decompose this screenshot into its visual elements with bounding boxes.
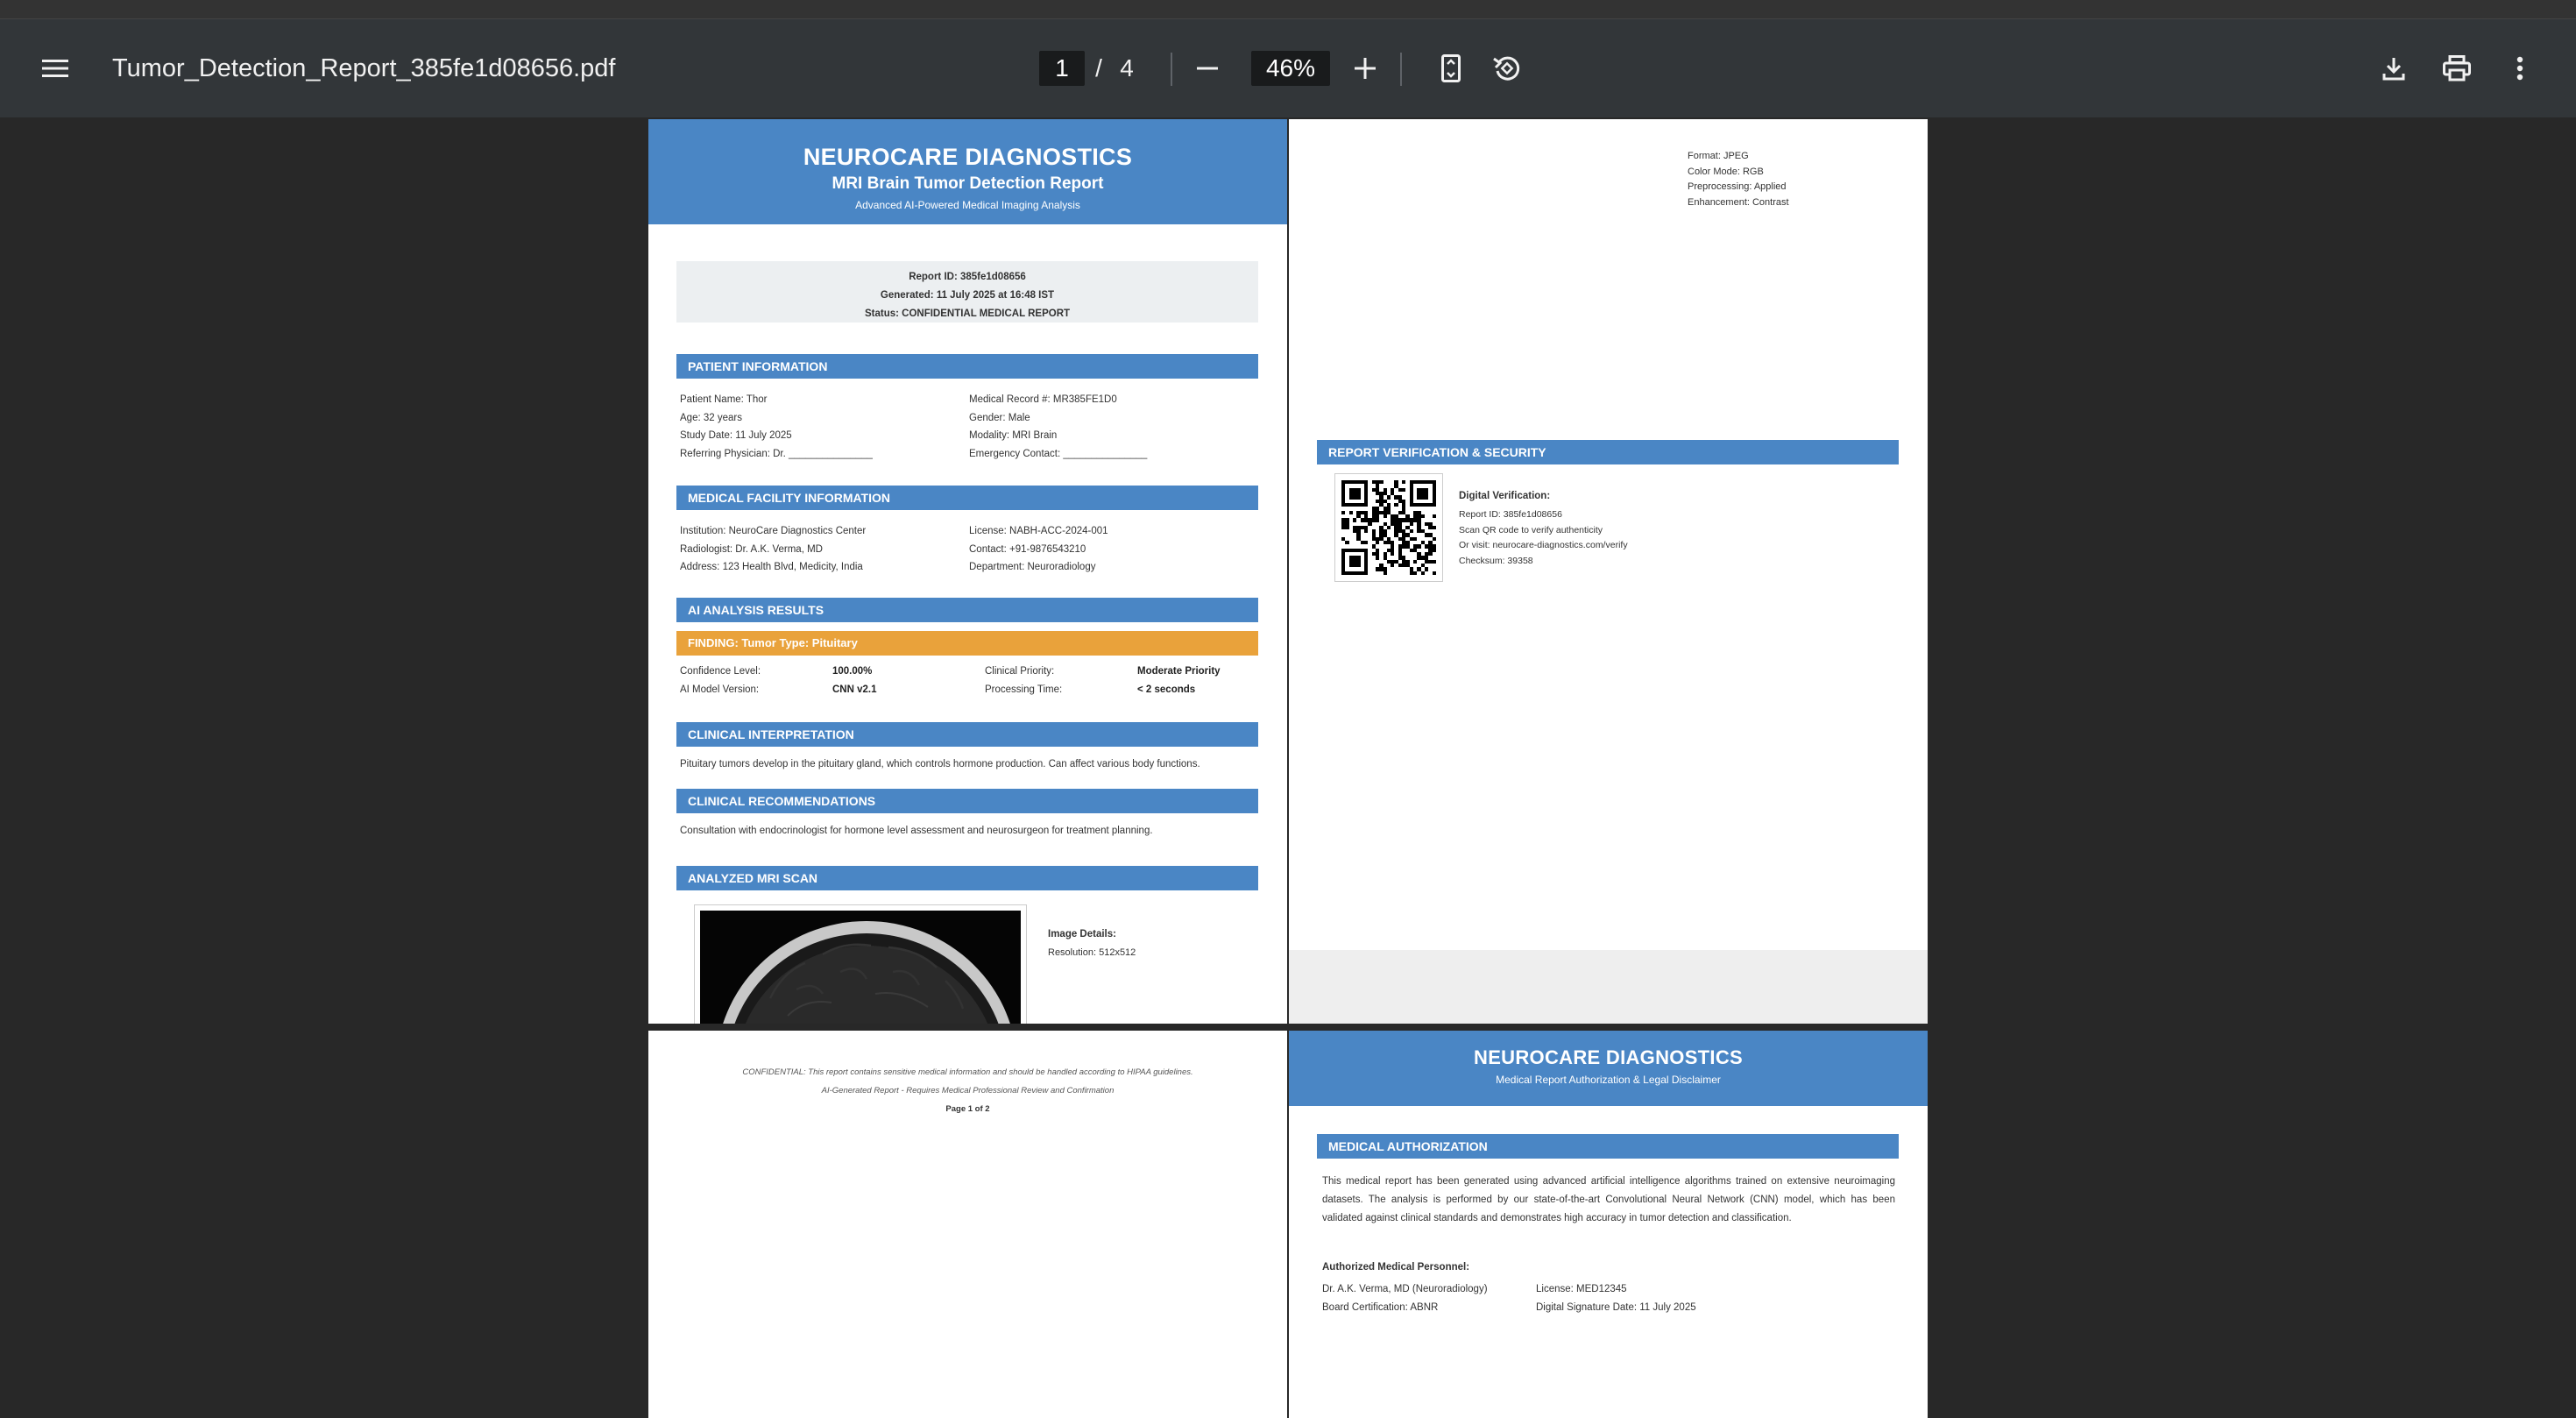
menu-icon[interactable]	[33, 49, 77, 88]
medical-authorization-header: MEDICAL AUTHORIZATION	[1317, 1134, 1899, 1159]
zoom-out-icon[interactable]	[1188, 49, 1227, 88]
pdf-page-3: CONFIDENTIAL: This report contains sensi…	[648, 1031, 1287, 1418]
page-total: 4	[1120, 54, 1134, 82]
verification-details: Report ID: 385fe1d08656 Scan QR code to …	[1459, 507, 1628, 569]
verification-header: REPORT VERIFICATION & SECURITY	[1317, 440, 1899, 464]
personnel-license: License: MED12345	[1536, 1284, 1627, 1294]
authorized-personnel-label: Authorized Medical Personnel:	[1322, 1262, 1470, 1273]
confidential-notice: CONFIDENTIAL: This report contains sensi…	[742, 1067, 1193, 1077]
facility-contact: Contact: +91-9876543210	[969, 543, 1086, 555]
facility-info-left: Institution: NeuroCare Diagnostics Cente…	[680, 522, 866, 577]
pdf-page-4: NEUROCARE DIAGNOSTICS Medical Report Aut…	[1289, 1031, 1928, 1418]
org-name: NEUROCARE DIAGNOSTICS	[803, 144, 1133, 170]
page-bottom-margin	[1289, 950, 1928, 1024]
report-id: Report ID: 385fe1d08656	[909, 272, 1026, 282]
patient-info-header: PATIENT INFORMATION	[676, 354, 1258, 379]
verify-report-id: Report ID: 385fe1d08656	[1459, 509, 1562, 520]
institution: Institution: NeuroCare Diagnostics Cente…	[680, 526, 867, 536]
page-number-input[interactable]: 1	[1039, 51, 1085, 86]
model-value: CNN v2.1	[832, 684, 877, 695]
image-enhancement: Enhancement: Contrast	[1688, 196, 1789, 208]
image-format: Format: JPEG	[1688, 151, 1749, 161]
clinical-recommendations-text: Consultation with endocrinologist for ho…	[680, 826, 1153, 836]
mri-scan-frame	[694, 904, 1027, 1024]
patient-age: Age: 32 years	[680, 412, 742, 423]
report-generated: Generated: 11 July 2025 at 16:48 IST	[880, 290, 1055, 301]
department: Department: Neuroradiology	[969, 562, 1096, 572]
clinical-interpretation-text: Pituitary tumors develop in the pituitar…	[680, 759, 1200, 769]
confidence-label: Confidence Level:	[680, 666, 761, 677]
model-label: AI Model Version:	[680, 684, 760, 695]
qr-pattern	[1341, 480, 1436, 575]
image-resolution: Resolution: 512x512	[1048, 947, 1136, 958]
personnel-name: Dr. A.K. Verma, MD (Neuroradiology)	[1322, 1284, 1488, 1294]
clinical-interpretation-header: CLINICAL INTERPRETATION	[676, 722, 1258, 747]
more-vert-icon[interactable]	[2501, 49, 2539, 88]
report-subtitle: Advanced AI-Powered Medical Imaging Anal…	[855, 199, 1080, 211]
toolbar-divider	[1171, 53, 1172, 86]
org-name: NEUROCARE DIAGNOSTICS	[1474, 1046, 1743, 1068]
study-date: Study Date: 11 July 2025	[680, 430, 792, 441]
page-number-label: Page 1 of 2	[945, 1104, 990, 1114]
image-color-mode: Color Mode: RGB	[1688, 166, 1764, 177]
pdf-viewer[interactable]: NEUROCARE DIAGNOSTICS MRI Brain Tumor De…	[0, 117, 2576, 1418]
emergency-contact: Emergency Contact: _______________	[969, 448, 1148, 459]
report-meta-box: Report ID: 385fe1d08656 Generated: 11 Ju…	[676, 261, 1258, 323]
referring-physician: Referring Physician: Dr. _______________	[680, 448, 873, 459]
image-preprocessing: Preprocessing: Applied	[1688, 181, 1787, 192]
confidence-value: 100.00%	[832, 666, 873, 677]
fit-page-icon[interactable]	[1432, 49, 1470, 88]
patient-gender: Gender: Male	[969, 412, 1030, 423]
verify-checksum: Checksum: 39358	[1459, 555, 1533, 566]
medical-authorization-text: This medical report has been generated u…	[1322, 1176, 1895, 1223]
facility-info-right: License: NABH-ACC-2024-001 Contact: +91-…	[969, 522, 1108, 577]
ai-results-header: AI ANALYSIS RESULTS	[676, 598, 1258, 622]
report-header: NEUROCARE DIAGNOSTICS MRI Brain Tumor De…	[648, 119, 1287, 224]
processing-label: Processing Time:	[985, 684, 1063, 695]
authorization-subtitle: Medical Report Authorization & Legal Dis…	[1496, 1074, 1721, 1086]
zoom-level-input[interactable]: 46%	[1251, 51, 1330, 86]
analyzed-scan-header: ANALYZED MRI SCAN	[676, 866, 1258, 890]
verification-qr-code[interactable]	[1334, 473, 1443, 582]
download-icon[interactable]	[2374, 49, 2413, 88]
pdf-toolbar: Tumor_Detection_Report_385fe1d08656.pdf …	[0, 19, 2576, 117]
facility-license: License: NABH-ACC-2024-001	[969, 526, 1108, 536]
personnel-left: Dr. A.K. Verma, MD (Neuroradiology) Boar…	[1322, 1280, 1488, 1317]
report-title: MRI Brain Tumor Detection Report	[832, 174, 1104, 193]
signature-date: Digital Signature Date: 11 July 2025	[1536, 1302, 1696, 1313]
browser-top-strip	[0, 0, 2576, 19]
report-status: Status: CONFIDENTIAL MEDICAL REPORT	[864, 308, 1071, 319]
patient-name: Patient Name: Thor	[680, 394, 768, 405]
priority-label: Clinical Priority:	[985, 666, 1055, 677]
patient-info-left: Patient Name: Thor Age: 32 years Study D…	[680, 391, 873, 463]
board-certification: Board Certification: ABNR	[1322, 1302, 1439, 1313]
mri-scan-image	[700, 911, 1021, 1024]
rotate-icon[interactable]	[1488, 49, 1526, 88]
ai-generated-notice: AI-Generated Report - Requires Medical P…	[821, 1086, 1115, 1095]
patient-info-right: Medical Record #: MR385FE1D0 Gender: Mal…	[969, 391, 1147, 463]
processing-value: < 2 seconds	[1137, 684, 1196, 695]
personnel-right: License: MED12345 Digital Signature Date…	[1536, 1280, 1696, 1317]
clinical-recommendations-header: CLINICAL RECOMMENDATIONS	[676, 789, 1258, 813]
medical-record: Medical Record #: MR385FE1D0	[969, 394, 1117, 405]
image-details-label: Image Details:	[1048, 929, 1116, 939]
verify-url: Or visit: neurocare-diagnostics.com/veri…	[1459, 540, 1628, 550]
authorization-header: NEUROCARE DIAGNOSTICS Medical Report Aut…	[1289, 1031, 1928, 1106]
digital-verification-label: Digital Verification:	[1459, 491, 1551, 501]
modality: Modality: MRI Brain	[969, 430, 1058, 441]
document-title: Tumor_Detection_Report_385fe1d08656.pdf	[112, 53, 616, 82]
finding-banner: FINDING: Tumor Type: Pituitary	[676, 631, 1258, 656]
pdf-page-2: Format: JPEG Color Mode: RGB Preprocessi…	[1289, 119, 1928, 1024]
priority-value: Moderate Priority	[1137, 666, 1221, 677]
verify-scan-instruction: Scan QR code to verify authenticity	[1459, 524, 1603, 535]
pdf-page-1: NEUROCARE DIAGNOSTICS MRI Brain Tumor De…	[648, 119, 1287, 1024]
image-format-details: Format: JPEG Color Mode: RGB Preprocessi…	[1688, 149, 1789, 210]
print-icon[interactable]	[2438, 49, 2476, 88]
facility-address: Address: 123 Health Blvd, Medicity, Indi…	[680, 562, 863, 572]
toolbar-divider	[1400, 53, 1402, 86]
zoom-in-icon[interactable]	[1346, 49, 1384, 88]
facility-info-header: MEDICAL FACILITY INFORMATION	[676, 486, 1258, 510]
radiologist: Radiologist: Dr. A.K. Verma, MD	[680, 543, 823, 555]
